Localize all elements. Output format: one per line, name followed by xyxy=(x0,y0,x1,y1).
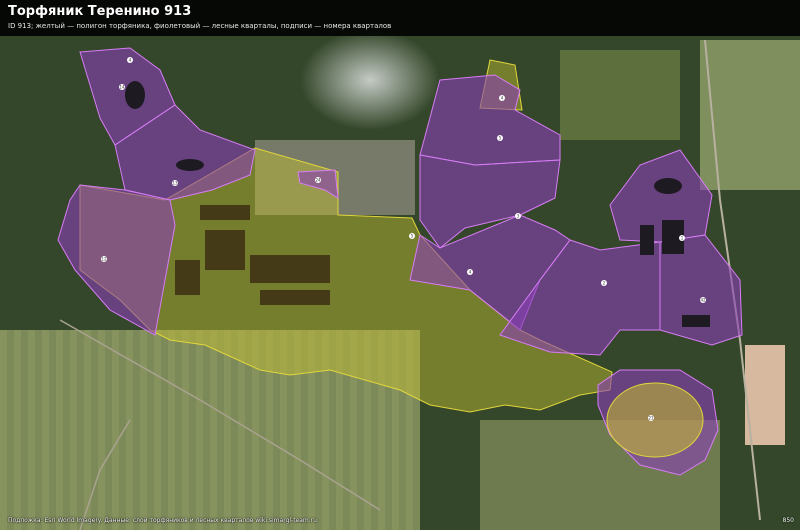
svg-text:3: 3 xyxy=(517,214,520,219)
quarter-label: 42 xyxy=(700,297,706,303)
satellite-map[interactable]: 4 14 13 12 24 4 5 3 4 2 1 42 21 5 xyxy=(0,0,800,530)
svg-text:2: 2 xyxy=(603,281,606,286)
quarter-label: 4 xyxy=(499,95,505,101)
svg-text:1: 1 xyxy=(681,236,684,241)
svg-text:5: 5 xyxy=(411,234,414,239)
svg-text:42: 42 xyxy=(700,298,706,303)
quarter-label: 13 xyxy=(172,180,178,186)
quarter-label: 14 xyxy=(119,84,125,90)
quarter-label: 5 xyxy=(497,135,503,141)
svg-text:24: 24 xyxy=(315,178,321,183)
svg-text:5: 5 xyxy=(499,136,502,141)
svg-text:4: 4 xyxy=(501,96,504,101)
quarter-label: 24 xyxy=(315,177,321,183)
quarter-label: 5 xyxy=(409,233,415,239)
attribution-text: Подложка: Esri World Imagery. Данные: сл… xyxy=(8,517,317,524)
quarter-label: 3 xyxy=(515,213,521,219)
svg-text:13: 13 xyxy=(172,181,178,186)
quarter-label: 12 xyxy=(101,256,107,262)
svg-text:4: 4 xyxy=(129,58,132,63)
quarter-label: 21 xyxy=(648,415,654,421)
title-bar: Торфяник Теренино 913 ID 913; желтый — п… xyxy=(0,0,800,36)
map-title: Торфяник Теренино 913 xyxy=(8,4,192,19)
field-northeast xyxy=(560,50,680,140)
svg-text:4: 4 xyxy=(469,270,472,275)
corner-label: 850 xyxy=(782,517,794,524)
svg-text:14: 14 xyxy=(119,85,125,90)
quarter-label: 2 xyxy=(601,280,607,286)
peatland-polygon-south[interactable] xyxy=(606,382,704,458)
map-view[interactable]: 4 14 13 12 24 4 5 3 4 2 1 42 21 5 Торфян… xyxy=(0,0,800,530)
cloud xyxy=(300,30,440,130)
quarter-label: 4 xyxy=(127,57,133,63)
map-subtitle: ID 913; желтый — полигон торфяника, фиол… xyxy=(8,22,392,30)
svg-text:21: 21 xyxy=(648,416,654,421)
quarter-label: 1 xyxy=(679,235,685,241)
quarter-label: 4 xyxy=(467,269,473,275)
svg-text:12: 12 xyxy=(101,257,107,262)
field-east xyxy=(700,40,800,190)
